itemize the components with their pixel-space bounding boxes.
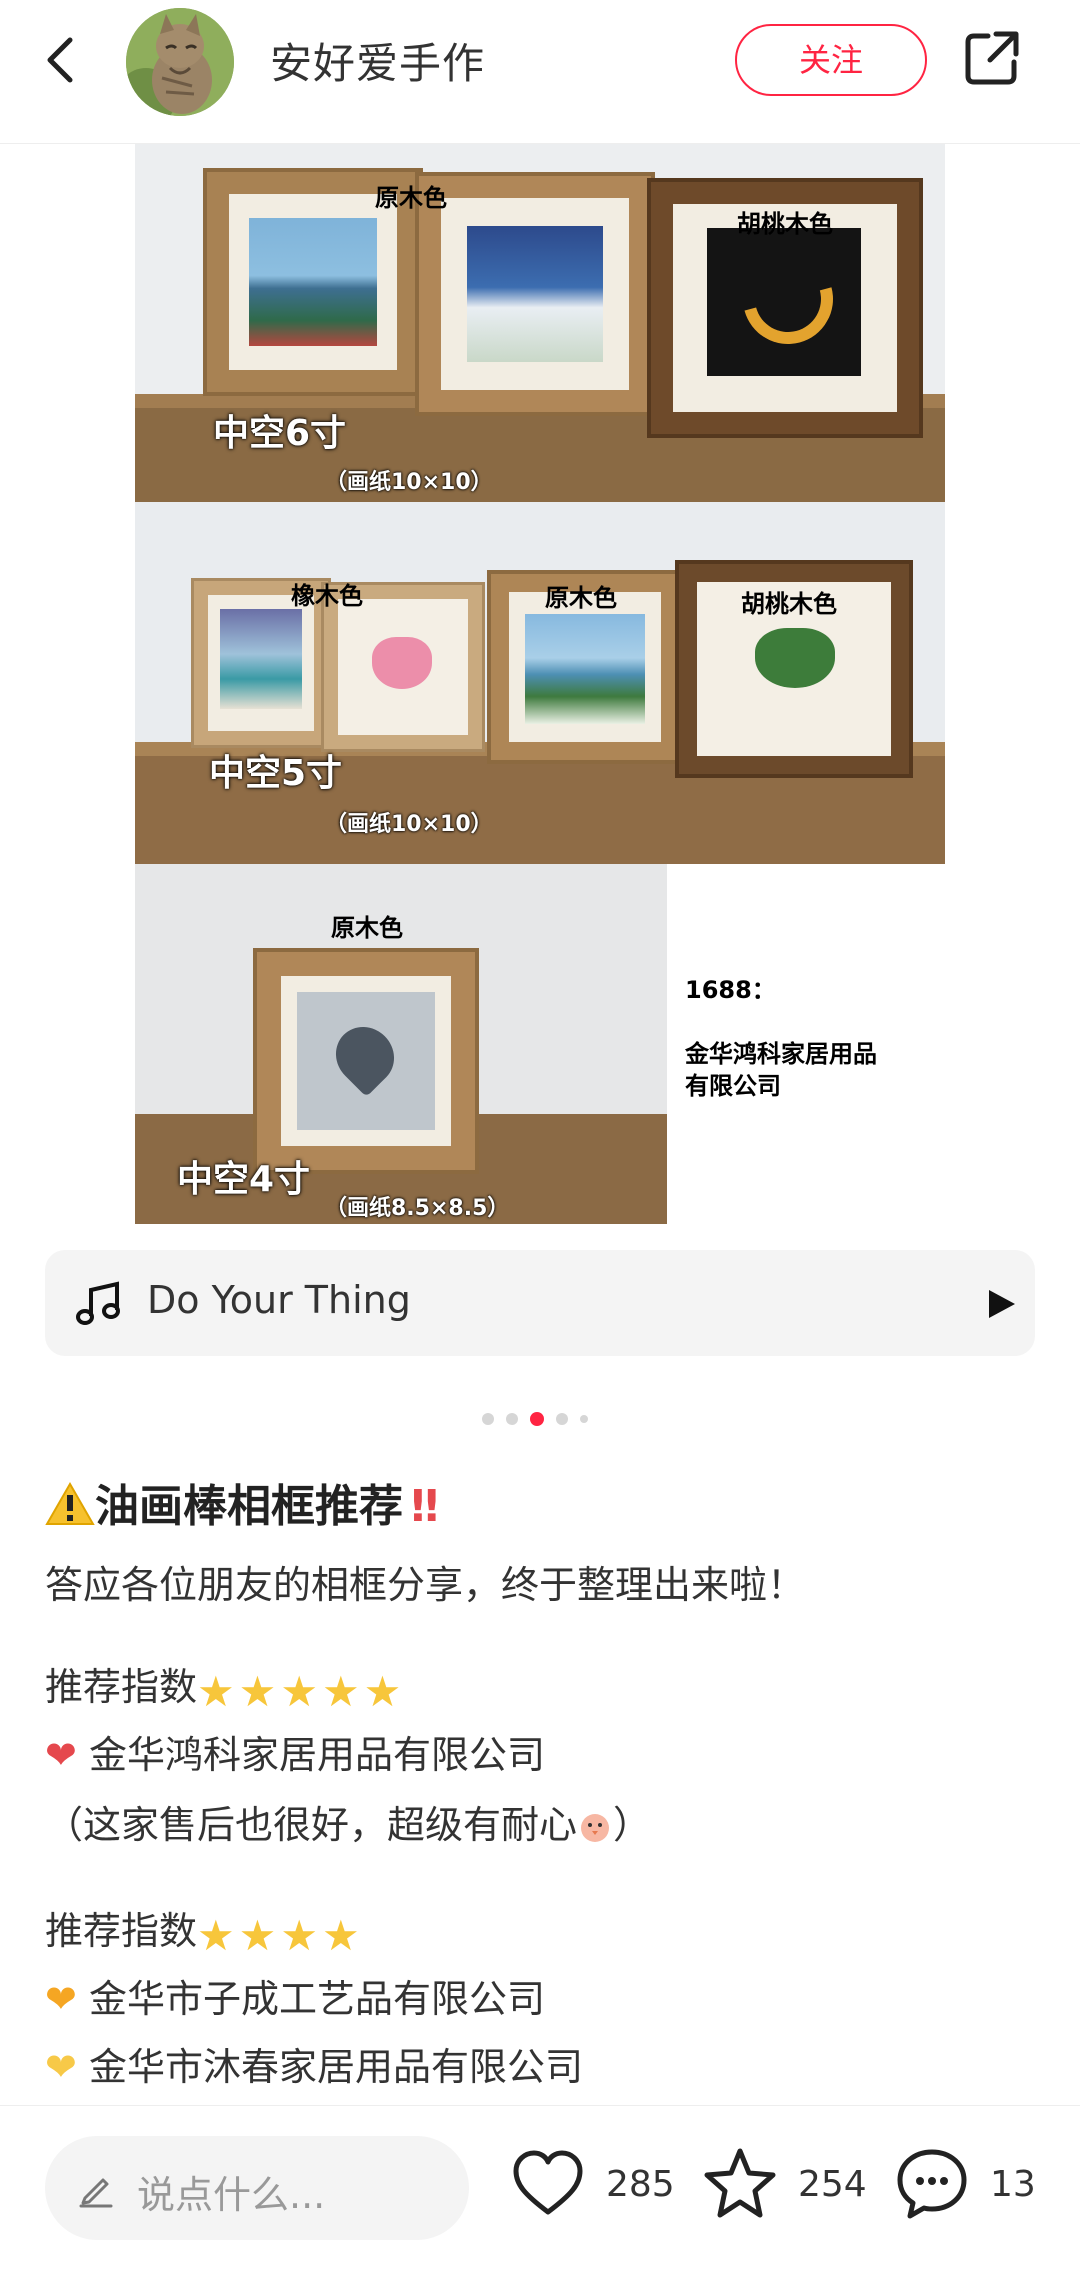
- carousel-dot-active[interactable]: [530, 1412, 544, 1426]
- bottom-action-bar: 说点什么... 285 254 13: [0, 2105, 1080, 2275]
- comment-stat[interactable]: 13: [894, 2146, 1044, 2236]
- carousel-dot[interactable]: [506, 1413, 518, 1425]
- carousel-dot[interactable]: [482, 1413, 494, 1425]
- carousel-dot[interactable]: [556, 1413, 568, 1425]
- comment-input[interactable]: 说点什么...: [45, 2136, 469, 2240]
- chick-emoji-icon: [577, 1808, 613, 1853]
- comment-placeholder: 说点什么...: [137, 2173, 326, 2217]
- supplier-note-text: （这家售后也很好，超级有耐心: [45, 1803, 578, 1847]
- supplier-item: ❤ 金华市子成工艺品有限公司: [45, 1968, 545, 2023]
- orange-heart-icon: ❤: [45, 1977, 77, 2021]
- note-image[interactable]: 原木色 胡桃木色 中空6寸 （画纸10×10） 橡木色 原木色 胡桃木色 中空5…: [135, 144, 945, 1224]
- like-count: 285: [606, 2164, 675, 2205]
- note-intro: 答应各位朋友的相框分享，终于整理出来啦！: [45, 1563, 806, 1607]
- top-bar: 安好爱手作 关注: [0, 0, 1080, 144]
- supplier-name: 金华市子成工艺品有限公司: [88, 1977, 545, 2021]
- photo-panel-4in: 原木色 中空4寸 （画纸8.5×8.5）: [135, 864, 667, 1224]
- share-icon[interactable]: [962, 28, 1022, 88]
- supplier-name: 金华市沐春家居用品有限公司: [88, 2045, 583, 2089]
- star-icon[interactable]: [702, 2146, 778, 2222]
- supplier-item: ❤ 金华鸿科家居用品有限公司: [45, 1724, 545, 1779]
- rating-label: 推荐指数: [45, 1665, 198, 1709]
- paper-size-label: （画纸8.5×8.5）: [325, 1196, 510, 1221]
- heart-icon[interactable]: [510, 2146, 586, 2222]
- red-heart-icon: ❤: [45, 1733, 77, 1777]
- carousel-indicator: [482, 1410, 602, 1426]
- author-name[interactable]: 安好爱手作: [270, 30, 485, 91]
- photo-panel-5in: 橡木色 原木色 胡桃木色 中空5寸 （画纸10×10）: [135, 502, 945, 864]
- music-bar[interactable]: Do Your Thing: [45, 1250, 1035, 1356]
- double-exclamation-icon: ‼: [411, 1481, 439, 1532]
- yellow-heart-icon: ❤: [45, 2045, 77, 2089]
- size-label: 中空4寸: [177, 1159, 311, 1200]
- size-label: 中空6寸: [213, 413, 347, 454]
- frame-color-label: 原木色: [331, 914, 403, 942]
- note-title-text: 油画棒相框推荐: [95, 1481, 403, 1532]
- supplier-note-line: 有限公司: [685, 1072, 781, 1100]
- comment-count: 13: [990, 2164, 1036, 2205]
- paper-size-label: （画纸10×10）: [325, 470, 493, 495]
- frame-color-label: 原木色: [375, 184, 447, 212]
- music-note-icon: [75, 1280, 123, 1328]
- play-icon[interactable]: [987, 1288, 1017, 1320]
- follow-button[interactable]: 关注: [735, 24, 927, 96]
- star-rating: ★★★★: [197, 1911, 364, 1960]
- pencil-icon: [77, 2170, 115, 2208]
- size-label: 中空5寸: [209, 753, 343, 794]
- frame-color-label: 原木色: [545, 584, 617, 612]
- comment-bubble-icon[interactable]: [894, 2146, 970, 2222]
- warning-icon: [45, 1481, 95, 1538]
- favorite-count: 254: [798, 2164, 867, 2205]
- supplier-note-line: 1688：: [685, 976, 776, 1004]
- supplier-item: ❤ 金华市沐春家居用品有限公司: [45, 2036, 583, 2091]
- music-title: Do Your Thing: [147, 1278, 411, 1322]
- like-stat[interactable]: 285: [510, 2146, 680, 2236]
- photo-panel-6in: 原木色 胡桃木色 中空6寸 （画纸10×10）: [135, 144, 945, 502]
- frame-color-label: 橡木色: [291, 582, 363, 610]
- note-title: 油画棒相框推荐 ‼: [45, 1470, 439, 1538]
- supplier-name: 金华鸿科家居用品有限公司: [88, 1733, 545, 1777]
- carousel-dot[interactable]: [580, 1415, 588, 1423]
- frame-color-label: 胡桃木色: [737, 210, 833, 238]
- note-detail-page: 安好爱手作 关注 原木色 胡桃木色 中空6寸 （画纸10×10） 橡木色 原木色…: [0, 0, 1080, 2275]
- supplier-note: （这家售后也很好，超级有耐心 ）: [45, 1794, 651, 1853]
- frame-original-wood-4: [253, 948, 479, 1174]
- favorite-stat[interactable]: 254: [702, 2146, 872, 2236]
- back-icon[interactable]: [36, 30, 86, 90]
- rating-row: 推荐指数★★★★★: [45, 1656, 405, 1716]
- star-rating: ★★★★★: [197, 1667, 406, 1716]
- paper-size-label: （画纸10×10）: [325, 812, 493, 837]
- supplier-note-line: 金华鸿科家居用品: [685, 1040, 877, 1068]
- supplier-note-end: ）: [613, 1803, 652, 1847]
- rating-row: 推荐指数★★★★: [45, 1900, 364, 1960]
- avatar[interactable]: [126, 8, 234, 116]
- frame-original-wood-2: [415, 172, 655, 416]
- rating-label: 推荐指数: [45, 1909, 198, 1953]
- frame-color-label: 胡桃木色: [741, 590, 837, 618]
